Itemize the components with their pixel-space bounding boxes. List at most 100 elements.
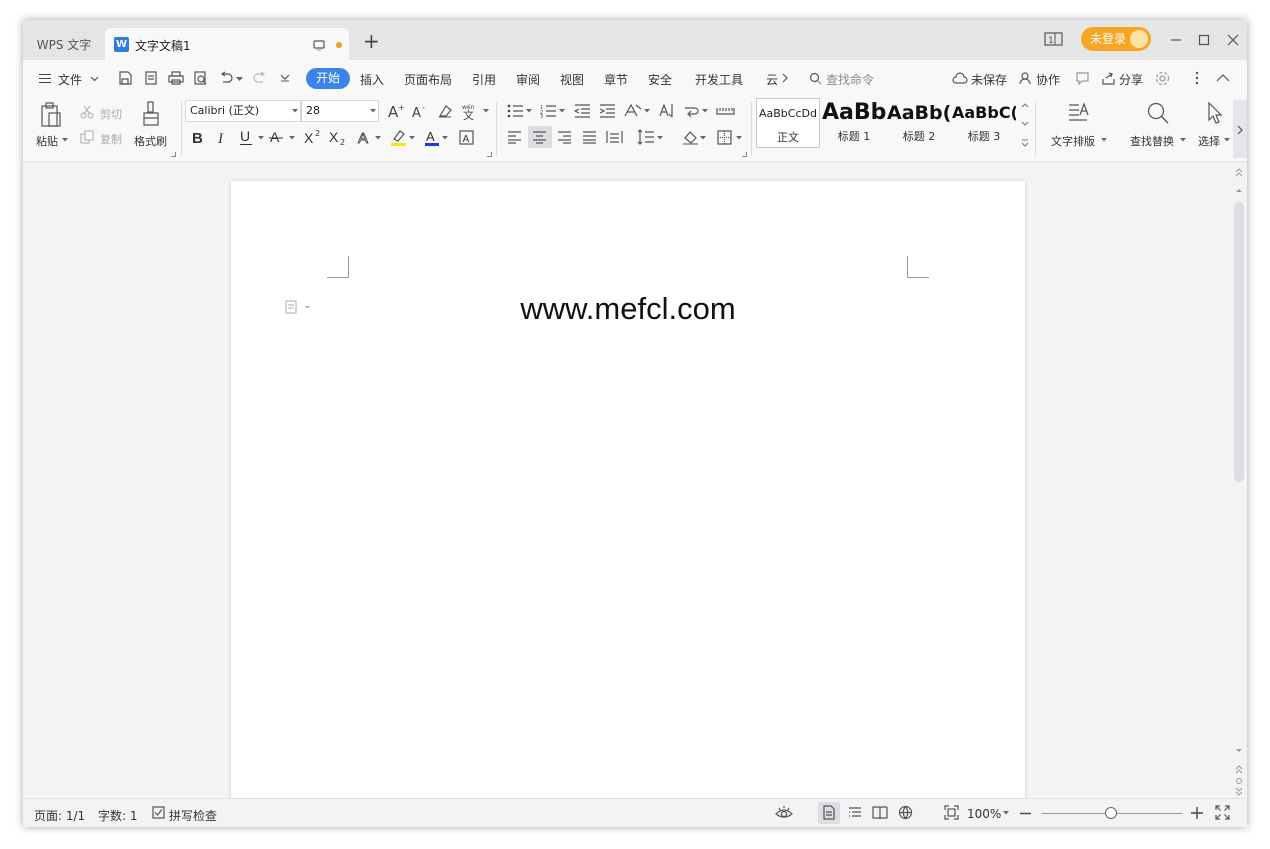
shrink-font-icon[interactable]: A- (412, 103, 428, 119)
undo-icon[interactable] (219, 71, 233, 85)
style-normal[interactable]: AaBbCcDd 正文 (756, 98, 820, 148)
document-page[interactable]: www.mefcl.com (231, 181, 1025, 821)
collaborate-button[interactable]: 协作 (1036, 71, 1060, 88)
tab-document[interactable]: W 文字文稿1 (105, 28, 349, 60)
sort-icon[interactable] (659, 103, 675, 119)
dialog-launcher-icon[interactable] (742, 152, 747, 157)
word-count[interactable]: 字数: 1 (98, 807, 138, 824)
font-color-icon[interactable]: A (424, 129, 440, 147)
collapse-ribbon-icon[interactable] (1216, 74, 1230, 82)
text-layout-button[interactable]: 文字排版 (1051, 133, 1095, 149)
decrease-indent-icon[interactable] (574, 104, 591, 118)
shading-icon[interactable] (682, 129, 699, 145)
find-replace-icon[interactable] (1146, 101, 1170, 125)
window-layout-icon[interactable]: 1 (1044, 32, 1064, 47)
page-count[interactable]: 页面: 1/1 (34, 807, 85, 824)
style-heading-3[interactable]: AaBbC( 标题 3 (952, 98, 1016, 148)
justify-icon[interactable] (582, 131, 597, 144)
print-icon[interactable] (168, 71, 184, 85)
chevron-right-icon[interactable] (781, 73, 789, 83)
strikethrough-icon[interactable]: A (269, 129, 284, 146)
text-layout-icon[interactable] (1067, 101, 1091, 125)
zoom-out-icon[interactable] (1020, 812, 1031, 815)
tab-home[interactable]: 开始 (306, 68, 350, 89)
align-center-icon[interactable] (532, 131, 547, 144)
tab-cloud[interactable]: 云 (766, 71, 778, 88)
select-cursor-icon[interactable] (1206, 101, 1224, 125)
highlight-icon[interactable] (390, 129, 407, 147)
zoom-in-icon[interactable] (1191, 807, 1203, 819)
save-icon[interactable] (118, 71, 132, 85)
zoom-level[interactable]: 100% (967, 807, 1001, 821)
redo-icon[interactable] (253, 71, 267, 85)
font-size-select[interactable]: 28 (301, 100, 379, 122)
minimize-icon[interactable] (1170, 34, 1182, 46)
gear-icon[interactable] (1155, 71, 1170, 86)
tab-view[interactable]: 视图 (560, 71, 584, 88)
italic-icon[interactable]: I (217, 130, 228, 145)
close-icon[interactable] (1227, 34, 1239, 46)
char-border-icon[interactable]: A (459, 130, 474, 145)
hamburger-menu-icon[interactable] (38, 73, 52, 84)
print-preview-icon[interactable] (193, 71, 208, 85)
tab-developer[interactable]: 开发工具 (695, 71, 743, 88)
tab-security[interactable]: 安全 (648, 71, 672, 88)
window-restore-icon[interactable] (313, 39, 325, 51)
bullet-list-icon[interactable] (507, 104, 524, 118)
quick-access-more-icon[interactable] (280, 74, 290, 82)
vertical-scrollbar[interactable] (1231, 162, 1247, 798)
document-text[interactable]: www.mefcl.com (231, 291, 1025, 327)
align-left-icon[interactable] (507, 131, 522, 144)
distribute-icon[interactable] (606, 130, 623, 144)
cut-button[interactable]: 剪切 (100, 106, 122, 122)
comment-icon[interactable] (1075, 71, 1090, 85)
paste-button[interactable]: 粘贴 (36, 133, 58, 149)
tab-references[interactable]: 引用 (472, 71, 496, 88)
unsaved-status[interactable]: 未保存 (971, 71, 1007, 88)
copy-button[interactable]: 复制 (100, 131, 122, 147)
zoom-slider-thumb[interactable] (1105, 807, 1117, 819)
select-button[interactable]: 选择 (1198, 133, 1220, 149)
superscript-icon[interactable]: X2 (304, 129, 324, 146)
tab-wps-home[interactable]: WPS 文字 (23, 30, 105, 60)
text-effect-icon[interactable]: A (357, 129, 373, 146)
paste-icon[interactable] (40, 102, 62, 128)
undo-dropdown-icon[interactable] (236, 77, 243, 82)
ruler-icon[interactable] (716, 104, 735, 116)
clear-format-icon[interactable] (437, 104, 453, 118)
menu-file[interactable]: 文件 (58, 71, 82, 88)
underline-icon[interactable]: U (239, 129, 255, 146)
tab-page-layout[interactable]: 页面布局 (404, 71, 452, 88)
style-heading-1[interactable]: AaBb 标题 1 (822, 98, 886, 148)
find-replace-button[interactable]: 查找替换 (1130, 133, 1174, 149)
share-button[interactable]: 分享 (1119, 71, 1143, 88)
reading-view-icon[interactable] (872, 805, 888, 820)
eye-protection-icon[interactable] (775, 805, 793, 820)
align-right-icon[interactable] (557, 131, 572, 144)
styles-scroll-icon[interactable] (1021, 102, 1029, 148)
dialog-launcher-icon[interactable] (487, 152, 492, 157)
grow-font-icon[interactable]: A + (388, 103, 404, 119)
web-view-icon[interactable] (898, 805, 913, 820)
tab-review[interactable]: 审阅 (516, 71, 540, 88)
format-painter-icon[interactable] (142, 101, 160, 127)
bold-icon[interactable]: B (191, 130, 204, 145)
fullscreen-icon[interactable] (1215, 805, 1230, 820)
maximize-icon[interactable] (1198, 34, 1210, 46)
tab-insert[interactable]: 插入 (360, 71, 384, 88)
phonetic-guide-icon[interactable]: wén文 (461, 102, 481, 120)
paste-dropdown-icon[interactable] (62, 138, 68, 142)
checkbox-icon[interactable] (152, 806, 165, 819)
format-painter-button[interactable]: 格式刷 (134, 133, 167, 149)
more-vertical-icon[interactable] (1195, 71, 1199, 85)
spell-check-toggle[interactable]: 拼写检查 (169, 807, 217, 824)
login-button[interactable]: 未登录 (1081, 27, 1151, 51)
command-search[interactable]: 查找命令 (826, 71, 874, 88)
borders-icon[interactable] (717, 130, 732, 145)
scroll-up-icon[interactable] (1235, 167, 1243, 195)
page-view-icon[interactable] (822, 805, 836, 820)
line-spacing-icon[interactable] (637, 129, 655, 145)
style-heading-2[interactable]: AaBb( 标题 2 (887, 98, 951, 148)
fit-page-icon[interactable] (944, 805, 959, 820)
line-break-icon[interactable] (683, 104, 700, 118)
